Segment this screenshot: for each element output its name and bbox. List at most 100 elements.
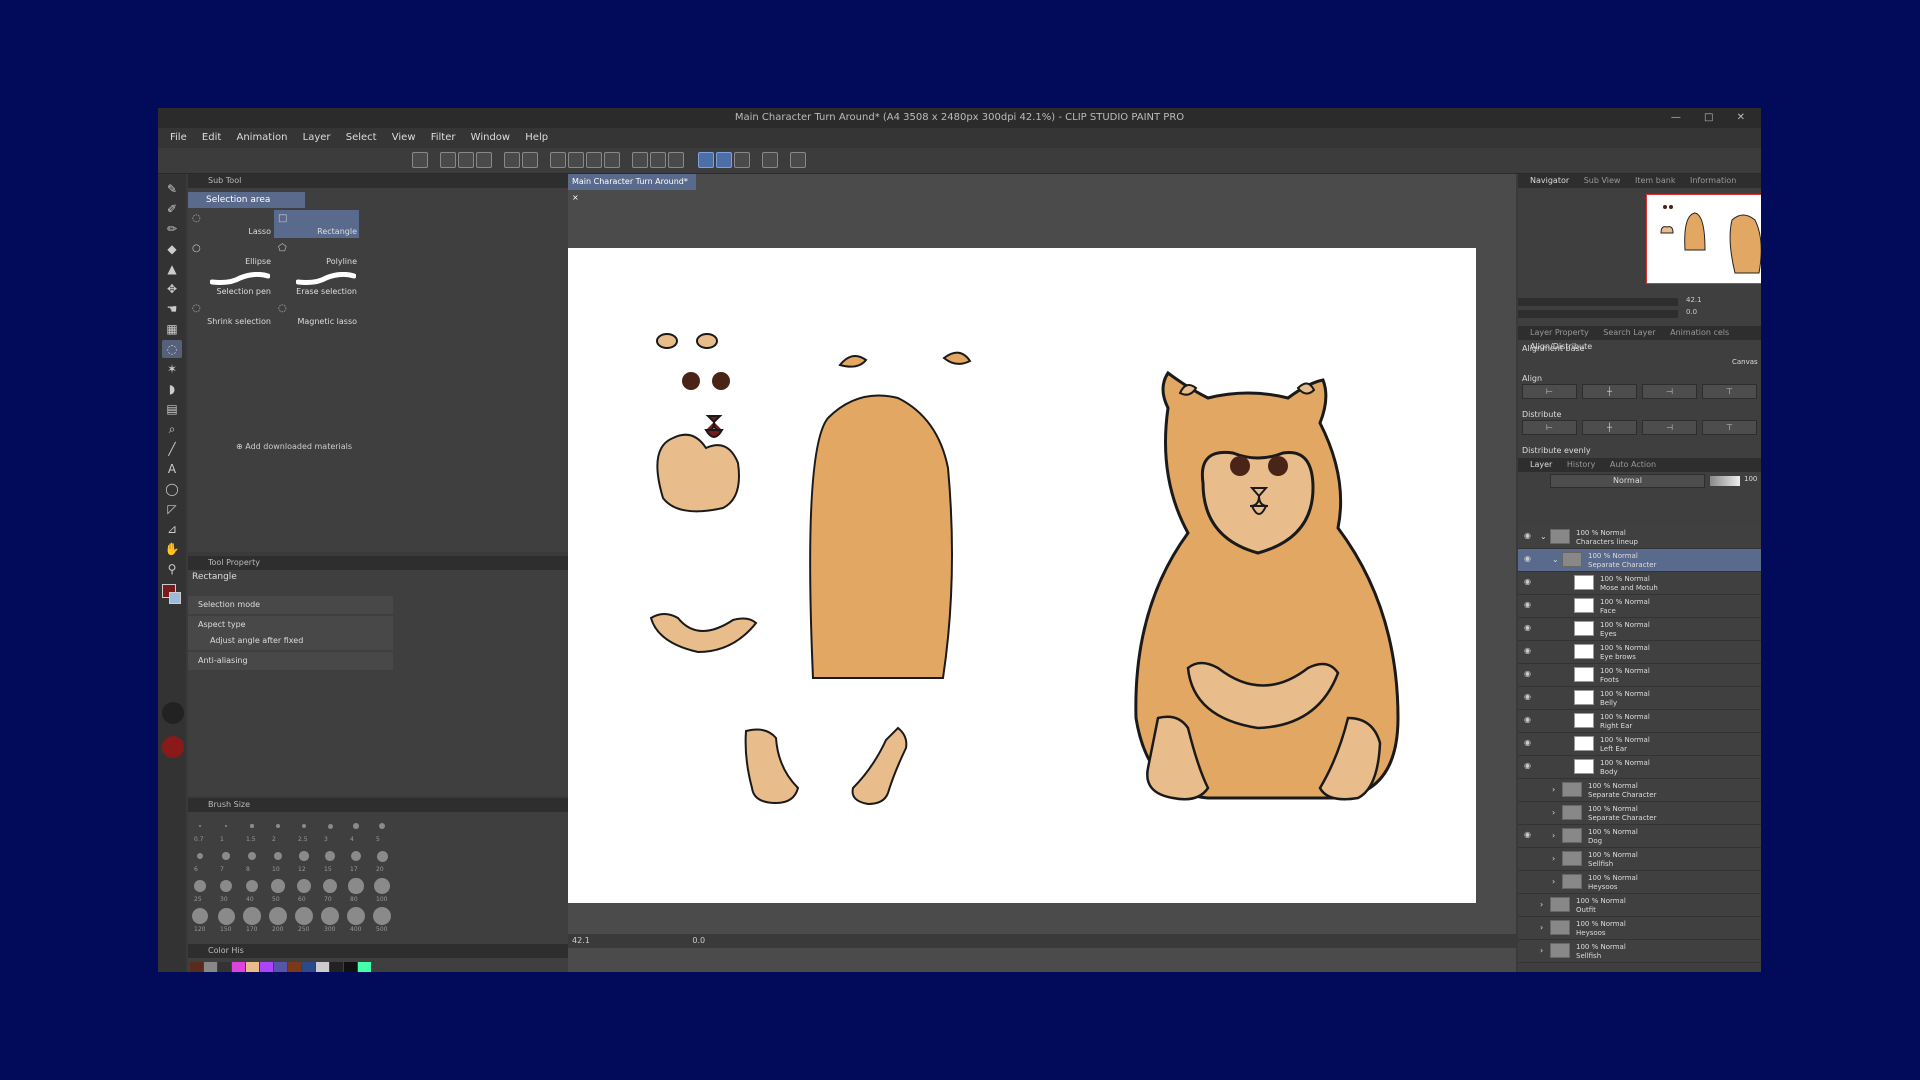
navigator-thumbnail[interactable]	[1646, 194, 1761, 284]
chevron-down-icon[interactable]: ›	[1552, 808, 1555, 817]
blend-mode-select[interactable]: Normal	[1550, 474, 1705, 488]
tab-layer-property[interactable]: Layer Property	[1530, 326, 1589, 340]
chevron-down-icon[interactable]: ⌄	[1552, 555, 1559, 564]
subtool-rectangle[interactable]: □ Rectangle	[274, 210, 359, 238]
brush-size-preset[interactable]	[327, 823, 333, 829]
layer-row[interactable]: ◉ › 100 % Normal Dog	[1518, 825, 1761, 848]
chevron-down-icon[interactable]: ›	[1552, 854, 1555, 863]
subtool-ellipse[interactable]: ○ Ellipse	[188, 240, 273, 268]
layer-row[interactable]: ◉ 100 % Normal Eyes	[1518, 618, 1761, 641]
brush-size-preset[interactable]	[273, 851, 283, 861]
brush-size-tab[interactable]: Brush Size	[188, 798, 568, 812]
hand-move-icon[interactable]: ☚	[162, 300, 182, 318]
distribute-center-button[interactable]: ┼	[1582, 420, 1637, 435]
redo-icon[interactable]	[522, 152, 538, 168]
layer-row[interactable]: ◉ ⌄ 100 % Normal Separate Character	[1518, 549, 1761, 572]
brush-size-preset[interactable]	[219, 879, 233, 893]
tab-navigator[interactable]: Navigator	[1530, 174, 1569, 188]
tab-item-bank[interactable]: Item bank	[1635, 174, 1675, 188]
move-tool-icon[interactable]: ✥	[162, 280, 182, 298]
chevron-down-icon[interactable]: ›	[1552, 877, 1555, 886]
color-swatch[interactable]	[274, 962, 287, 972]
eye-icon[interactable]: ◉	[1524, 531, 1534, 541]
brush-size-preset[interactable]	[297, 879, 311, 893]
distribute-left-button[interactable]: ⊢	[1522, 420, 1577, 435]
layer-row[interactable]: › 100 % Normal Separate Character	[1518, 802, 1761, 825]
tool-property-tab[interactable]: Tool Property	[188, 556, 568, 570]
snap-grid-icon[interactable]	[734, 152, 750, 168]
color-swatch[interactable]	[246, 962, 259, 972]
eye-icon[interactable]: ◉	[1524, 600, 1534, 610]
brush-size-preset[interactable]	[321, 907, 339, 925]
brush-size-preset[interactable]	[245, 879, 259, 893]
add-downloaded-materials[interactable]: ⊕ Add downloaded materials	[236, 442, 352, 451]
ruler-tool-icon[interactable]: ⊿	[162, 520, 182, 538]
eye-icon[interactable]	[1524, 876, 1534, 886]
eye-icon[interactable]: ◉	[1524, 577, 1534, 587]
zoom-tool-icon[interactable]: ⌕	[162, 420, 182, 438]
selection-area-group[interactable]: Selection area	[188, 192, 305, 208]
deselect-icon[interactable]	[632, 152, 648, 168]
color-swatch[interactable]	[330, 962, 343, 972]
brush-size-preset[interactable]	[217, 907, 235, 925]
eye-icon[interactable]	[1524, 853, 1534, 863]
brush-size-preset[interactable]	[376, 850, 388, 862]
canvas-angle-value[interactable]: 0.0	[692, 936, 705, 945]
hand-tool-icon[interactable]: ✋	[162, 540, 182, 558]
brush-size-preset[interactable]	[348, 878, 364, 894]
eye-icon[interactable]: ◉	[1524, 669, 1534, 679]
layer-row[interactable]: › 100 % Normal Outfit	[1518, 894, 1761, 917]
close-tab-icon[interactable]: ×	[572, 193, 579, 202]
color-swatch[interactable]	[316, 962, 329, 972]
subtool-lasso[interactable]: ◌ Lasso	[188, 210, 273, 238]
eye-icon[interactable]	[1524, 784, 1534, 794]
layer-row[interactable]: › 100 % Normal Sellfish	[1518, 940, 1761, 963]
brush-size-preset[interactable]	[196, 852, 204, 860]
color-swatch[interactable]	[232, 962, 245, 972]
eye-icon[interactable]: ◉	[1524, 761, 1534, 771]
chevron-down-icon[interactable]: ›	[1540, 923, 1543, 932]
text-tool-icon[interactable]: A	[162, 460, 182, 478]
selection-tool-icon[interactable]: ◌	[162, 340, 182, 358]
navigator-angle-value[interactable]: 0.0	[1686, 308, 1697, 316]
layer-row[interactable]: ◉ 100 % Normal Mose and Motuh	[1518, 572, 1761, 595]
alignment-canvas-label[interactable]: Canvas	[1732, 358, 1758, 366]
gradient-tool-icon[interactable]: ▤	[162, 400, 182, 418]
color-swatch[interactable]	[358, 962, 371, 972]
layer-row[interactable]: › 100 % Normal Heysoos	[1518, 917, 1761, 940]
layer-row[interactable]: ◉ 100 % Normal Right Ear	[1518, 710, 1761, 733]
brush-size-preset[interactable]	[353, 823, 359, 829]
eye-icon[interactable]: ◉	[1524, 554, 1534, 564]
navigator-zoom-value[interactable]: 42.1	[1686, 296, 1702, 304]
chevron-down-icon[interactable]: ›	[1552, 831, 1555, 840]
eraser-tool-icon[interactable]: ◆	[162, 240, 182, 258]
tab-auto-action[interactable]: Auto Action	[1610, 458, 1656, 472]
window-controls[interactable]: — □ ✕	[1671, 108, 1755, 128]
eye-icon[interactable]: ◉	[1524, 623, 1534, 633]
brush-size-preset[interactable]	[374, 878, 390, 894]
adjust-angle-row[interactable]: Adjust angle after fixed	[188, 632, 393, 650]
tab-search-layer[interactable]: Search Layer	[1603, 326, 1655, 340]
color-swatch[interactable]	[302, 962, 315, 972]
menu-view[interactable]: View	[392, 128, 416, 148]
rotate-slider[interactable]	[1518, 310, 1678, 318]
brush-size-preset[interactable]	[194, 880, 206, 892]
distribute-right-button[interactable]: ⊣	[1642, 420, 1697, 435]
zoom-slider[interactable]	[1518, 298, 1678, 306]
brush-size-preset[interactable]	[325, 851, 335, 861]
menu-filter[interactable]: Filter	[431, 128, 456, 148]
menu-animation[interactable]: Animation	[236, 128, 287, 148]
color-swatch[interactable]	[344, 962, 357, 972]
brush-size-preset[interactable]	[347, 907, 365, 925]
opacity-value[interactable]: 100	[1744, 475, 1757, 483]
figure-tool-icon[interactable]: ╱	[162, 440, 182, 458]
chevron-down-icon[interactable]: ›	[1540, 946, 1543, 955]
brush-size-preset[interactable]	[243, 907, 261, 925]
new-file-icon[interactable]	[440, 152, 456, 168]
layer-row[interactable]: › 100 % Normal Heysoos	[1518, 871, 1761, 894]
brush-size-preset[interactable]	[350, 850, 362, 862]
layer-row[interactable]: ◉ ⌄ 100 % Normal Characters lineup	[1518, 526, 1761, 549]
open-file-icon[interactable]	[458, 152, 474, 168]
layer-row[interactable]: ◉ 100 % Normal Body	[1518, 756, 1761, 779]
show-selection-icon[interactable]	[668, 152, 684, 168]
